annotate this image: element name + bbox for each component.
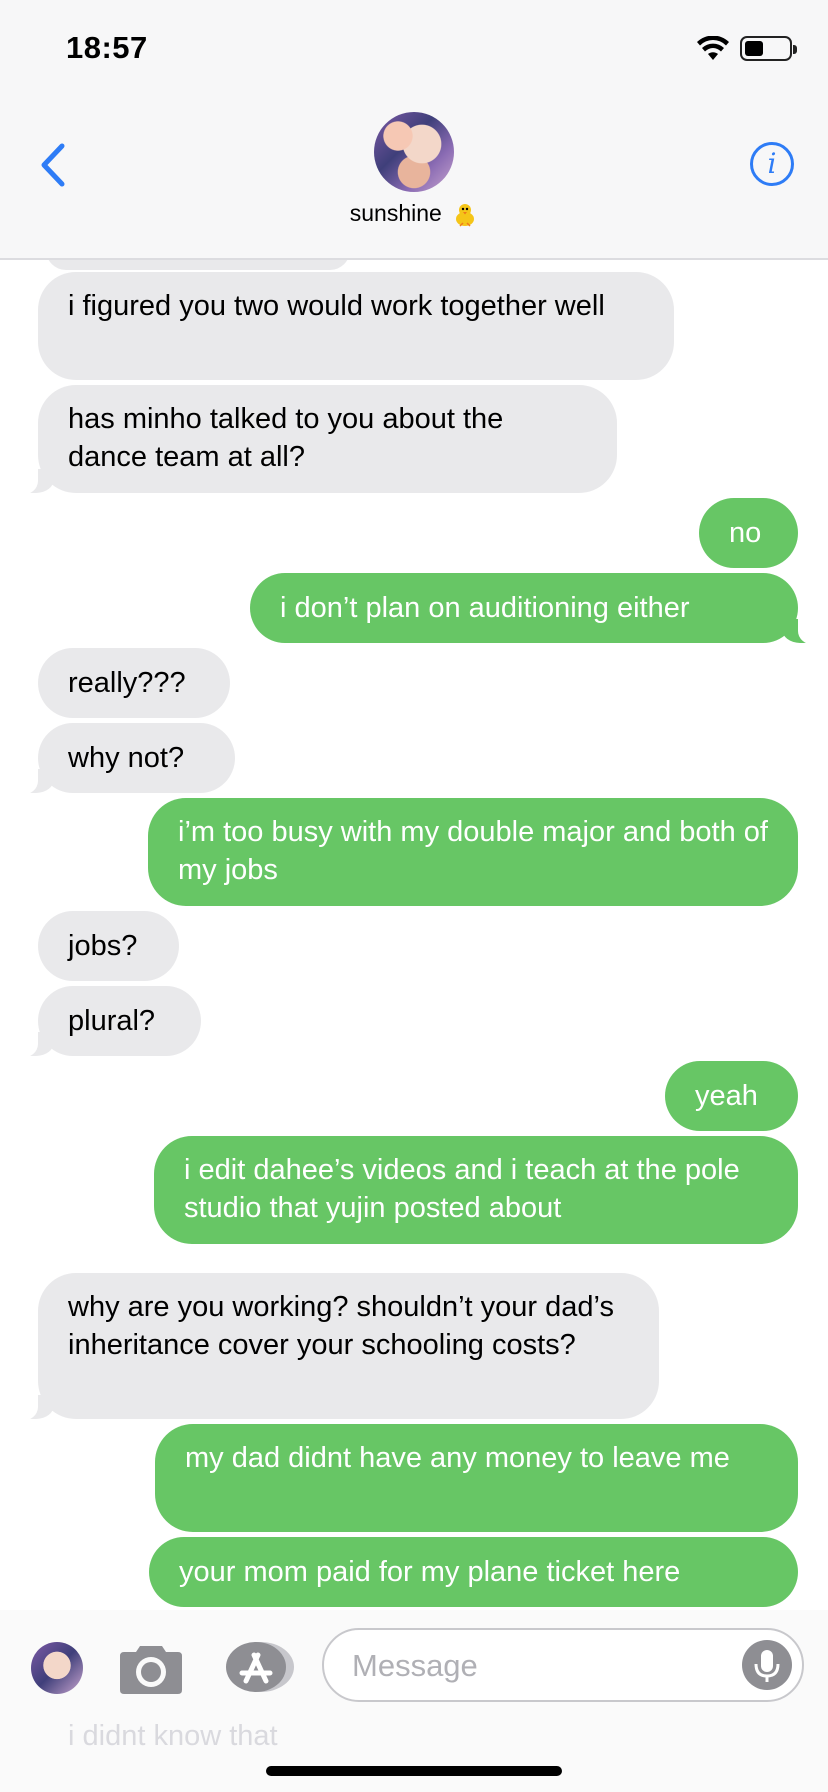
- message-incoming[interactable]: plural?: [10, 986, 201, 1058]
- message-input-container[interactable]: [322, 1628, 804, 1702]
- message-outgoing[interactable]: my dad didnt have any money to leave me: [155, 1424, 798, 1532]
- wifi-icon: [697, 36, 729, 60]
- conversation-header: sunshine i: [0, 100, 828, 260]
- status-time: 18:57: [66, 30, 148, 65]
- back-chevron-icon[interactable]: [34, 140, 74, 190]
- camera-icon[interactable]: [118, 1640, 184, 1696]
- battery-icon: [740, 36, 797, 61]
- partial-message-bubble: [46, 260, 350, 270]
- app-store-icon[interactable]: [224, 1641, 294, 1693]
- message-incoming[interactable]: why not?: [10, 723, 235, 795]
- battery-fill: [745, 41, 763, 56]
- message-incoming[interactable]: jobs?: [38, 911, 179, 981]
- contact-avatar[interactable]: [374, 112, 454, 192]
- status-bar: 18:57: [0, 0, 828, 100]
- message-incoming[interactable]: has minho talked to you about the dance …: [10, 385, 617, 495]
- message-outgoing[interactable]: i edit dahee’s videos and i teach at the…: [154, 1136, 798, 1244]
- contact-name-row[interactable]: sunshine: [0, 200, 828, 228]
- memoji-avatar-button[interactable]: [31, 1642, 83, 1694]
- message-outgoing[interactable]: yeah: [665, 1061, 798, 1131]
- message-incoming[interactable]: really???: [38, 648, 230, 718]
- info-icon[interactable]: i: [750, 142, 794, 186]
- message-outgoing[interactable]: your mom paid for my plane ticket here: [149, 1537, 798, 1607]
- message-outgoing[interactable]: i’m too busy with my double major and bo…: [148, 798, 798, 906]
- message-outgoing[interactable]: i don’t plan on auditioning either: [250, 573, 826, 645]
- message-outgoing[interactable]: no: [699, 498, 798, 568]
- message-incoming[interactable]: why are you working? shouldn’t your dad’…: [10, 1273, 659, 1421]
- message-incoming[interactable]: i figured you two would work together we…: [38, 272, 674, 380]
- home-indicator[interactable]: [266, 1766, 562, 1776]
- message-input[interactable]: [350, 1644, 734, 1688]
- message-thread[interactable]: i figured you two would work together we…: [0, 260, 828, 1610]
- microphone-icon[interactable]: [742, 1640, 792, 1690]
- compose-bar: i didnt know that: [0, 1610, 828, 1792]
- chick-emoji-icon: [456, 203, 475, 227]
- obscured-message-text: i didnt know that: [68, 1720, 278, 1752]
- contact-name: sunshine: [349, 200, 442, 226]
